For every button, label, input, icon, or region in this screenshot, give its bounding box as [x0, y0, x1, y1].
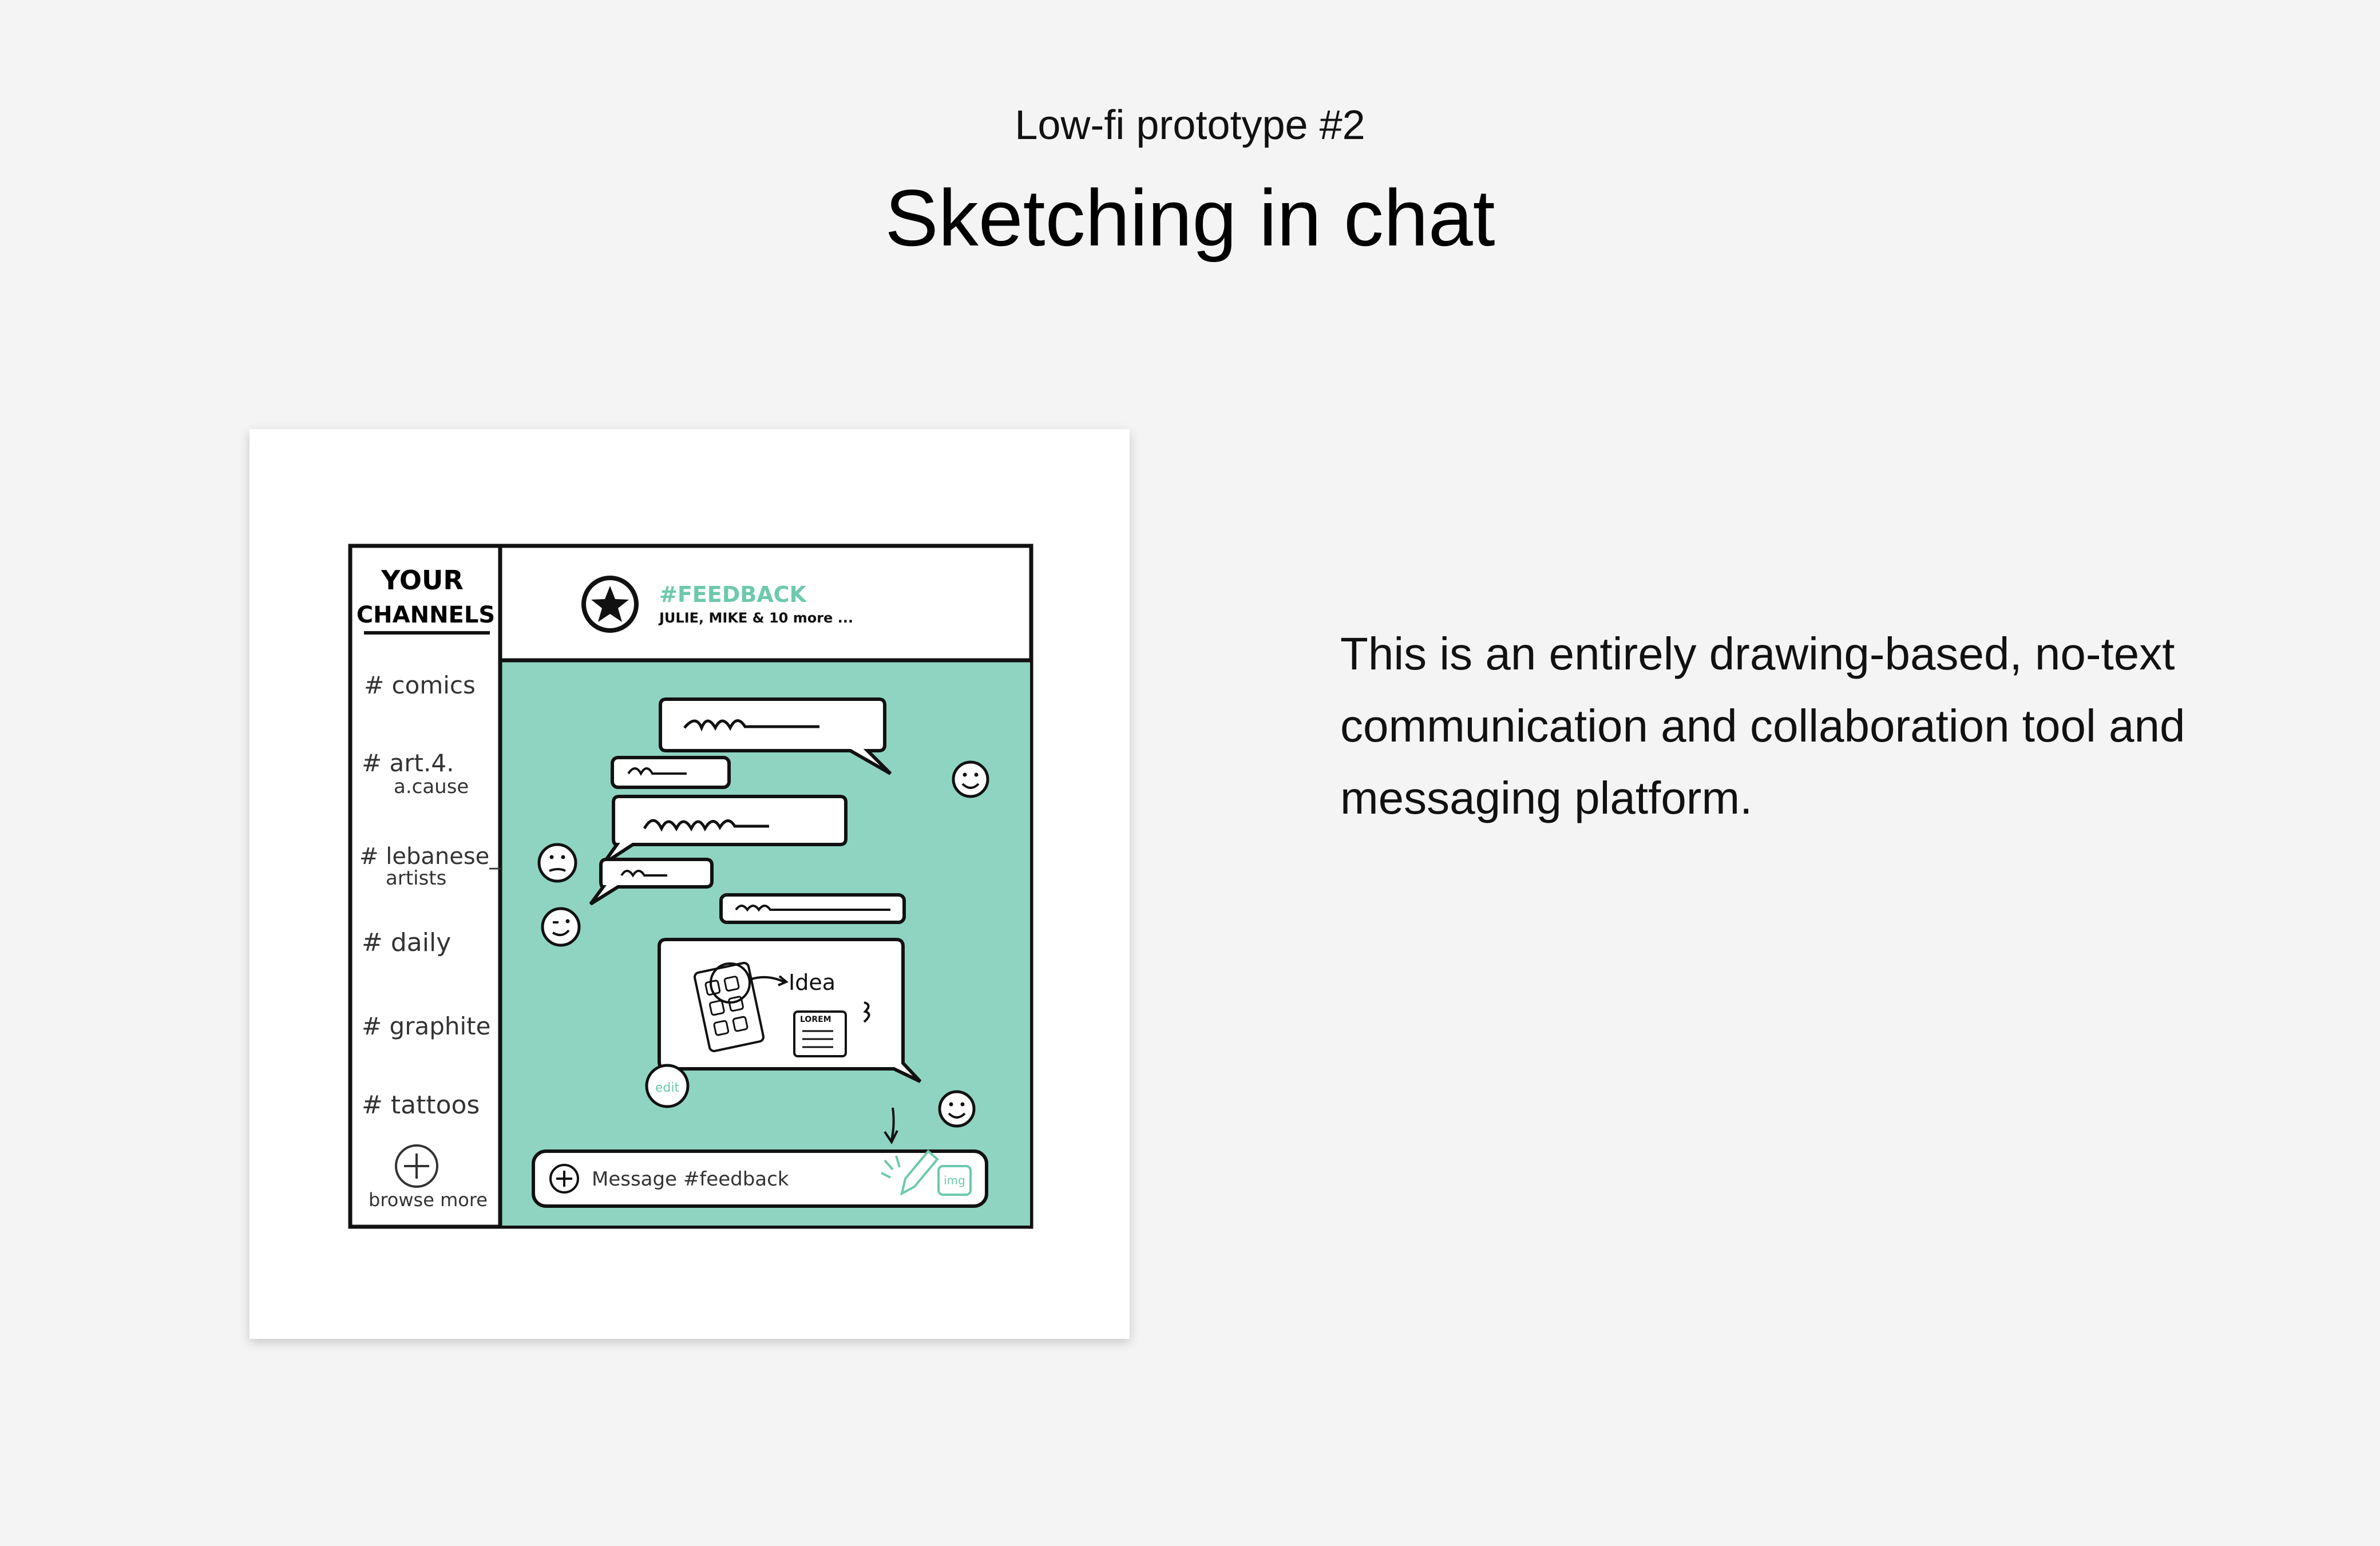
sidebar-title-line1: YOUR: [381, 565, 464, 596]
sketch-message-bubble[interactable]: Idea LOREM: [658, 938, 922, 1083]
edit-label: edit: [655, 1081, 680, 1095]
smiley-icon: [541, 907, 581, 947]
page-title: Sketching in chat: [885, 173, 1495, 263]
smiley-icon: [537, 843, 577, 883]
idea-label: Idea: [789, 970, 835, 995]
sidebar-channel-daily[interactable]: # daily: [362, 928, 451, 957]
prototype-sketch-card: YOUR CHANNELS # comics # art.4. a.cause …: [250, 429, 1130, 1339]
smiley-icon: [938, 1090, 976, 1128]
sidebar-channel-lebanese-artists[interactable]: # lebanese_: [359, 843, 501, 870]
sidebar-channel-graphite[interactable]: # graphite: [362, 1012, 490, 1040]
channel-name: #FEEDBACK: [659, 582, 807, 607]
channel-avatar[interactable]: [581, 576, 639, 633]
description: This is an entirely drawing-based, no-te…: [1340, 628, 2185, 823]
lorem-label: LOREM: [800, 1015, 831, 1024]
sidebar-channel-art4acause[interactable]: # art.4.: [362, 749, 454, 777]
sidebar-channel-comics[interactable]: # comics: [364, 671, 476, 699]
sidebar-channel-art4acause-line2: a.cause: [394, 775, 469, 798]
sidebar-channel-lebanese-artists-line2: artists: [386, 867, 446, 890]
sketch-drawing: YOUR CHANNELS # comics # art.4. a.cause …: [348, 544, 1033, 1229]
smiley-icon: [952, 760, 989, 798]
message-placeholder: Message #feedback: [592, 1168, 789, 1191]
channel-members: JULIE, MIKE & 10 more ...: [658, 610, 853, 626]
sidebar-title-line2: CHANNELS: [357, 602, 495, 628]
img-label: img: [944, 1174, 965, 1187]
message-input[interactable]: Message #feedback img: [532, 1149, 988, 1208]
sidebar-channel-tattoos[interactable]: # tattoos: [362, 1091, 480, 1120]
page-subtitle: Low-fi prototype #2: [1015, 102, 1365, 148]
edit-button[interactable]: edit: [645, 1064, 690, 1108]
browse-more-label: browse more: [369, 1189, 488, 1211]
